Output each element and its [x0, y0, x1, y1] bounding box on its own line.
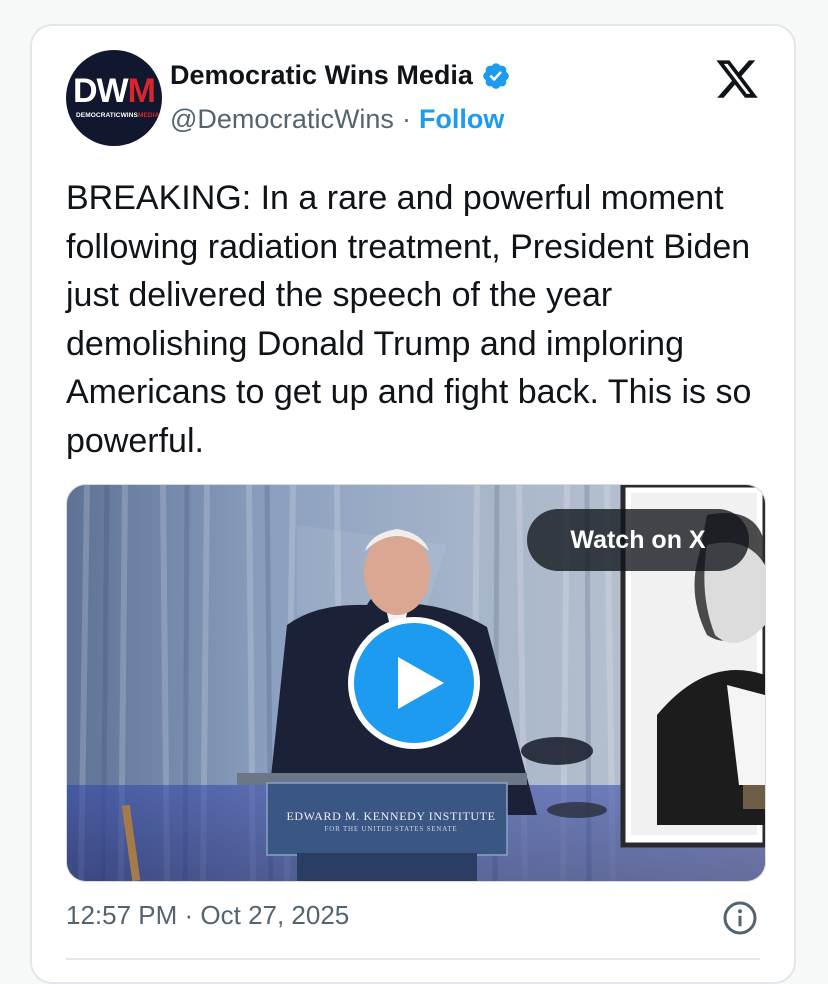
verified-badge-icon: [483, 62, 509, 89]
display-name[interactable]: Democratic Wins Media: [170, 60, 473, 91]
author-name-row: Democratic Wins Media: [170, 60, 511, 91]
video-player[interactable]: EDWARD M. KENNEDY INSTITUTE FOR THE UNIT…: [66, 484, 766, 882]
separator-dot: ·: [401, 104, 411, 134]
play-button[interactable]: [348, 617, 480, 749]
podium-label: EDWARD M. KENNEDY INSTITUTE: [286, 809, 496, 823]
embedded-post-card: DWM DEMOCRATICWINSMEDIA Democratic Wins …: [30, 24, 796, 984]
podium-sublabel: FOR THE UNITED STATES SENATE: [324, 825, 458, 833]
handle[interactable]: @DemocraticWins: [170, 104, 394, 135]
play-icon: [398, 657, 444, 709]
post-timestamp[interactable]: 12:57 PM · Oct 27, 2025: [66, 900, 349, 931]
avatar-logo: DWM: [73, 72, 156, 110]
avatar-logo-subtext: DEMOCRATICWINSMEDIA: [76, 112, 160, 119]
watch-on-x-button[interactable]: Watch on X: [527, 509, 749, 571]
x-logo-icon[interactable]: [714, 56, 760, 102]
follow-button[interactable]: Follow: [419, 104, 504, 135]
author-handle-row: @DemocraticWins · Follow: [170, 104, 504, 135]
post-text: BREAKING: In a rare and powerful moment …: [66, 179, 752, 460]
info-icon[interactable]: [722, 900, 758, 936]
footer-divider: [66, 958, 760, 960]
avatar[interactable]: DWM DEMOCRATICWINSMEDIA: [66, 50, 162, 146]
